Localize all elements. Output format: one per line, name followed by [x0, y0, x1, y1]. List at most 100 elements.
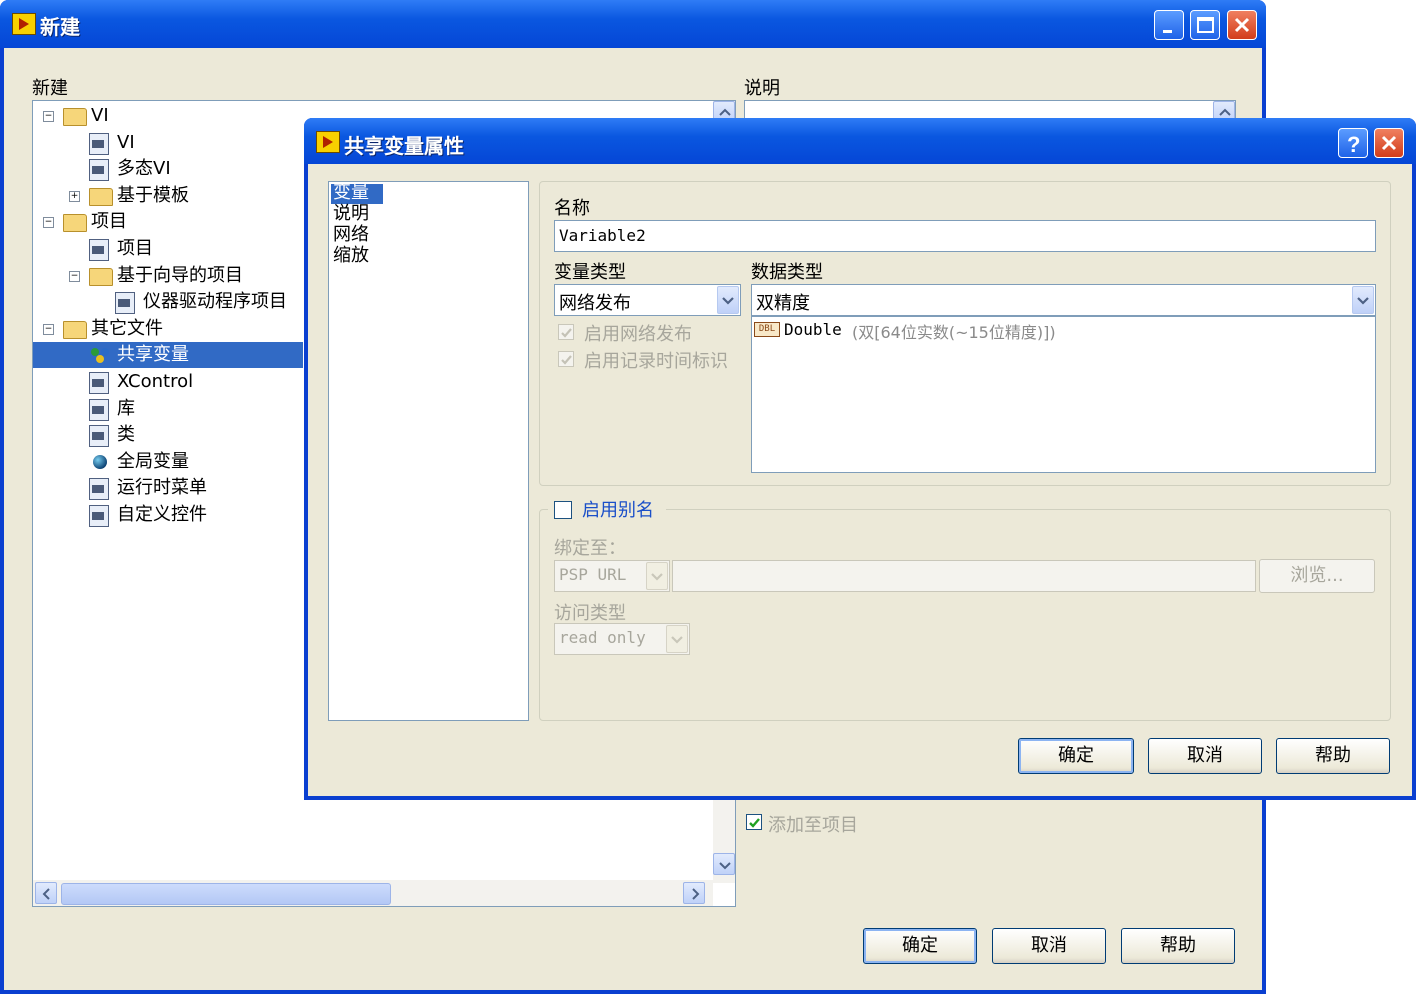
scroll-down-button[interactable]: [713, 853, 735, 875]
tree-item[interactable]: 自定义控件: [33, 502, 303, 528]
folder-icon: [63, 108, 87, 126]
collapse-icon[interactable]: −: [43, 217, 54, 229]
close-icon: [1234, 17, 1250, 33]
access-type-dropdown-button[interactable]: [666, 625, 688, 653]
enable-alias-checkbox[interactable]: [554, 501, 572, 519]
scroll-left-button[interactable]: [35, 882, 57, 904]
add-to-project-checkbox[interactable]: [746, 814, 762, 830]
new-tree-label: 新建: [32, 78, 68, 99]
scroll-right-button[interactable]: [683, 882, 705, 904]
category-item-network[interactable]: 网络: [333, 224, 369, 245]
enable-network-publish-checkbox[interactable]: [558, 324, 574, 340]
browse-button[interactable]: 浏览...: [1259, 559, 1375, 593]
expand-icon[interactable]: +: [69, 190, 80, 202]
folder-icon: [89, 267, 113, 286]
variable-type-label: 变量类型: [554, 262, 626, 283]
bind-protocol-value: PSP URL: [559, 565, 627, 584]
chevron-left-icon: [42, 888, 50, 900]
minimize-icon: [1163, 30, 1172, 33]
minimize-button[interactable]: [1154, 10, 1184, 40]
main-cancel-button[interactable]: 取消: [992, 928, 1106, 964]
dialog-help-button[interactable]: 帮助: [1276, 738, 1390, 774]
main-ok-button[interactable]: 确定: [863, 928, 977, 964]
tree-item-label: XControl: [117, 371, 194, 392]
chevron-down-icon: [1357, 297, 1369, 305]
tree-item-label: 库: [117, 397, 135, 419]
tree-item-label: VI: [117, 131, 135, 153]
bind-protocol-dropdown-button[interactable]: [646, 562, 668, 590]
tree-item[interactable]: 全局变量: [33, 449, 303, 475]
enable-timestamp-checkbox[interactable]: [558, 351, 574, 367]
maximize-icon: [1197, 17, 1214, 33]
tree-item[interactable]: 仪器驱动程序项目: [33, 289, 303, 315]
dialog-titlebar[interactable]: 共享变量属性 ?: [304, 118, 1416, 164]
tree-item[interactable]: + 基于模板: [33, 183, 303, 209]
tree-item-label: 运行时菜单: [117, 477, 207, 499]
file-icon: [89, 505, 109, 527]
data-type-select[interactable]: 双精度: [751, 284, 1376, 316]
add-to-project-label: 添加至项目: [768, 815, 858, 836]
tree-horizontal-scrollbar[interactable]: [33, 880, 713, 906]
chevron-right-icon: [692, 888, 700, 900]
data-type-detail-description: (双[64位实数(~15位精度)]): [852, 323, 1056, 342]
category-item-scaling[interactable]: 缩放: [333, 245, 369, 266]
tree-item[interactable]: 多态VI: [33, 156, 303, 182]
name-label: 名称: [554, 198, 590, 219]
dialog-ok-button[interactable]: 确定: [1018, 738, 1134, 774]
tree-item[interactable]: XControl: [33, 369, 303, 395]
horizontal-scroll-thumb[interactable]: [61, 883, 391, 905]
collapse-icon[interactable]: −: [43, 111, 54, 122]
bind-to-label: 绑定至：: [554, 538, 626, 559]
name-input-value: Variable2: [559, 226, 646, 245]
new-window-titlebar[interactable]: 新建: [0, 0, 1266, 48]
tree-item[interactable]: 项目: [33, 236, 303, 262]
data-type-value: 双精度: [756, 293, 810, 314]
dialog-close-button[interactable]: [1374, 128, 1404, 158]
labview-app-icon: [12, 13, 36, 35]
category-item-description[interactable]: 说明: [333, 203, 369, 224]
file-icon: [89, 478, 109, 501]
tree-item-label: 仪器驱动程序项目: [143, 291, 287, 313]
data-type-detail-name: Double: [784, 320, 842, 339]
main-help-button[interactable]: 帮助: [1121, 928, 1235, 964]
close-icon: [1381, 135, 1397, 151]
variable-type-dropdown-button[interactable]: [717, 286, 739, 314]
dialog-cancel-button[interactable]: 取消: [1148, 738, 1262, 774]
access-type-value: read only: [559, 628, 646, 647]
svg-text:?: ?: [1347, 132, 1360, 157]
maximize-button[interactable]: [1190, 10, 1220, 40]
data-type-dropdown-button[interactable]: [1352, 286, 1374, 314]
bind-protocol-select[interactable]: PSP URL: [554, 560, 670, 592]
tree-item-label: 多态VI: [117, 158, 171, 180]
new-window-title: 新建: [40, 15, 80, 39]
checkmark-icon: [561, 328, 572, 338]
collapse-icon[interactable]: −: [69, 270, 80, 282]
tree-item[interactable]: 类: [33, 422, 303, 448]
name-input[interactable]: Variable2: [554, 220, 1376, 252]
dialog-help-title-button[interactable]: ?: [1338, 128, 1368, 158]
tree-item[interactable]: − 其它文件: [33, 316, 303, 342]
tree-item-label: 其它文件: [91, 317, 163, 339]
tree-item-label: 共享变量: [117, 344, 189, 366]
tree-item[interactable]: 共享变量: [33, 342, 303, 369]
dialog-title: 共享变量属性: [344, 134, 464, 158]
category-item-variable[interactable]: 变量: [333, 182, 369, 203]
tree-item[interactable]: 库: [33, 396, 303, 422]
tree-item[interactable]: − 基于向导的项目: [33, 263, 303, 289]
close-button[interactable]: [1227, 10, 1257, 40]
bind-url-input[interactable]: [672, 560, 1256, 592]
tree-item[interactable]: − 项目: [33, 209, 303, 235]
file-icon: [89, 159, 109, 182]
access-type-select[interactable]: read only: [554, 623, 690, 655]
tree-item[interactable]: VI: [33, 130, 303, 156]
folder-icon: [63, 320, 87, 339]
file-icon: [115, 292, 135, 315]
alias-group: [539, 509, 1391, 721]
category-list[interactable]: 变量 说明 网络 缩放: [328, 181, 529, 721]
file-icon: [89, 425, 109, 448]
collapse-icon[interactable]: −: [43, 323, 54, 335]
tree-item[interactable]: − VI: [33, 103, 303, 129]
tree-item-label: VI: [91, 105, 109, 126]
tree-item[interactable]: 运行时菜单: [33, 475, 303, 501]
variable-type-select[interactable]: 网络发布: [554, 284, 741, 316]
